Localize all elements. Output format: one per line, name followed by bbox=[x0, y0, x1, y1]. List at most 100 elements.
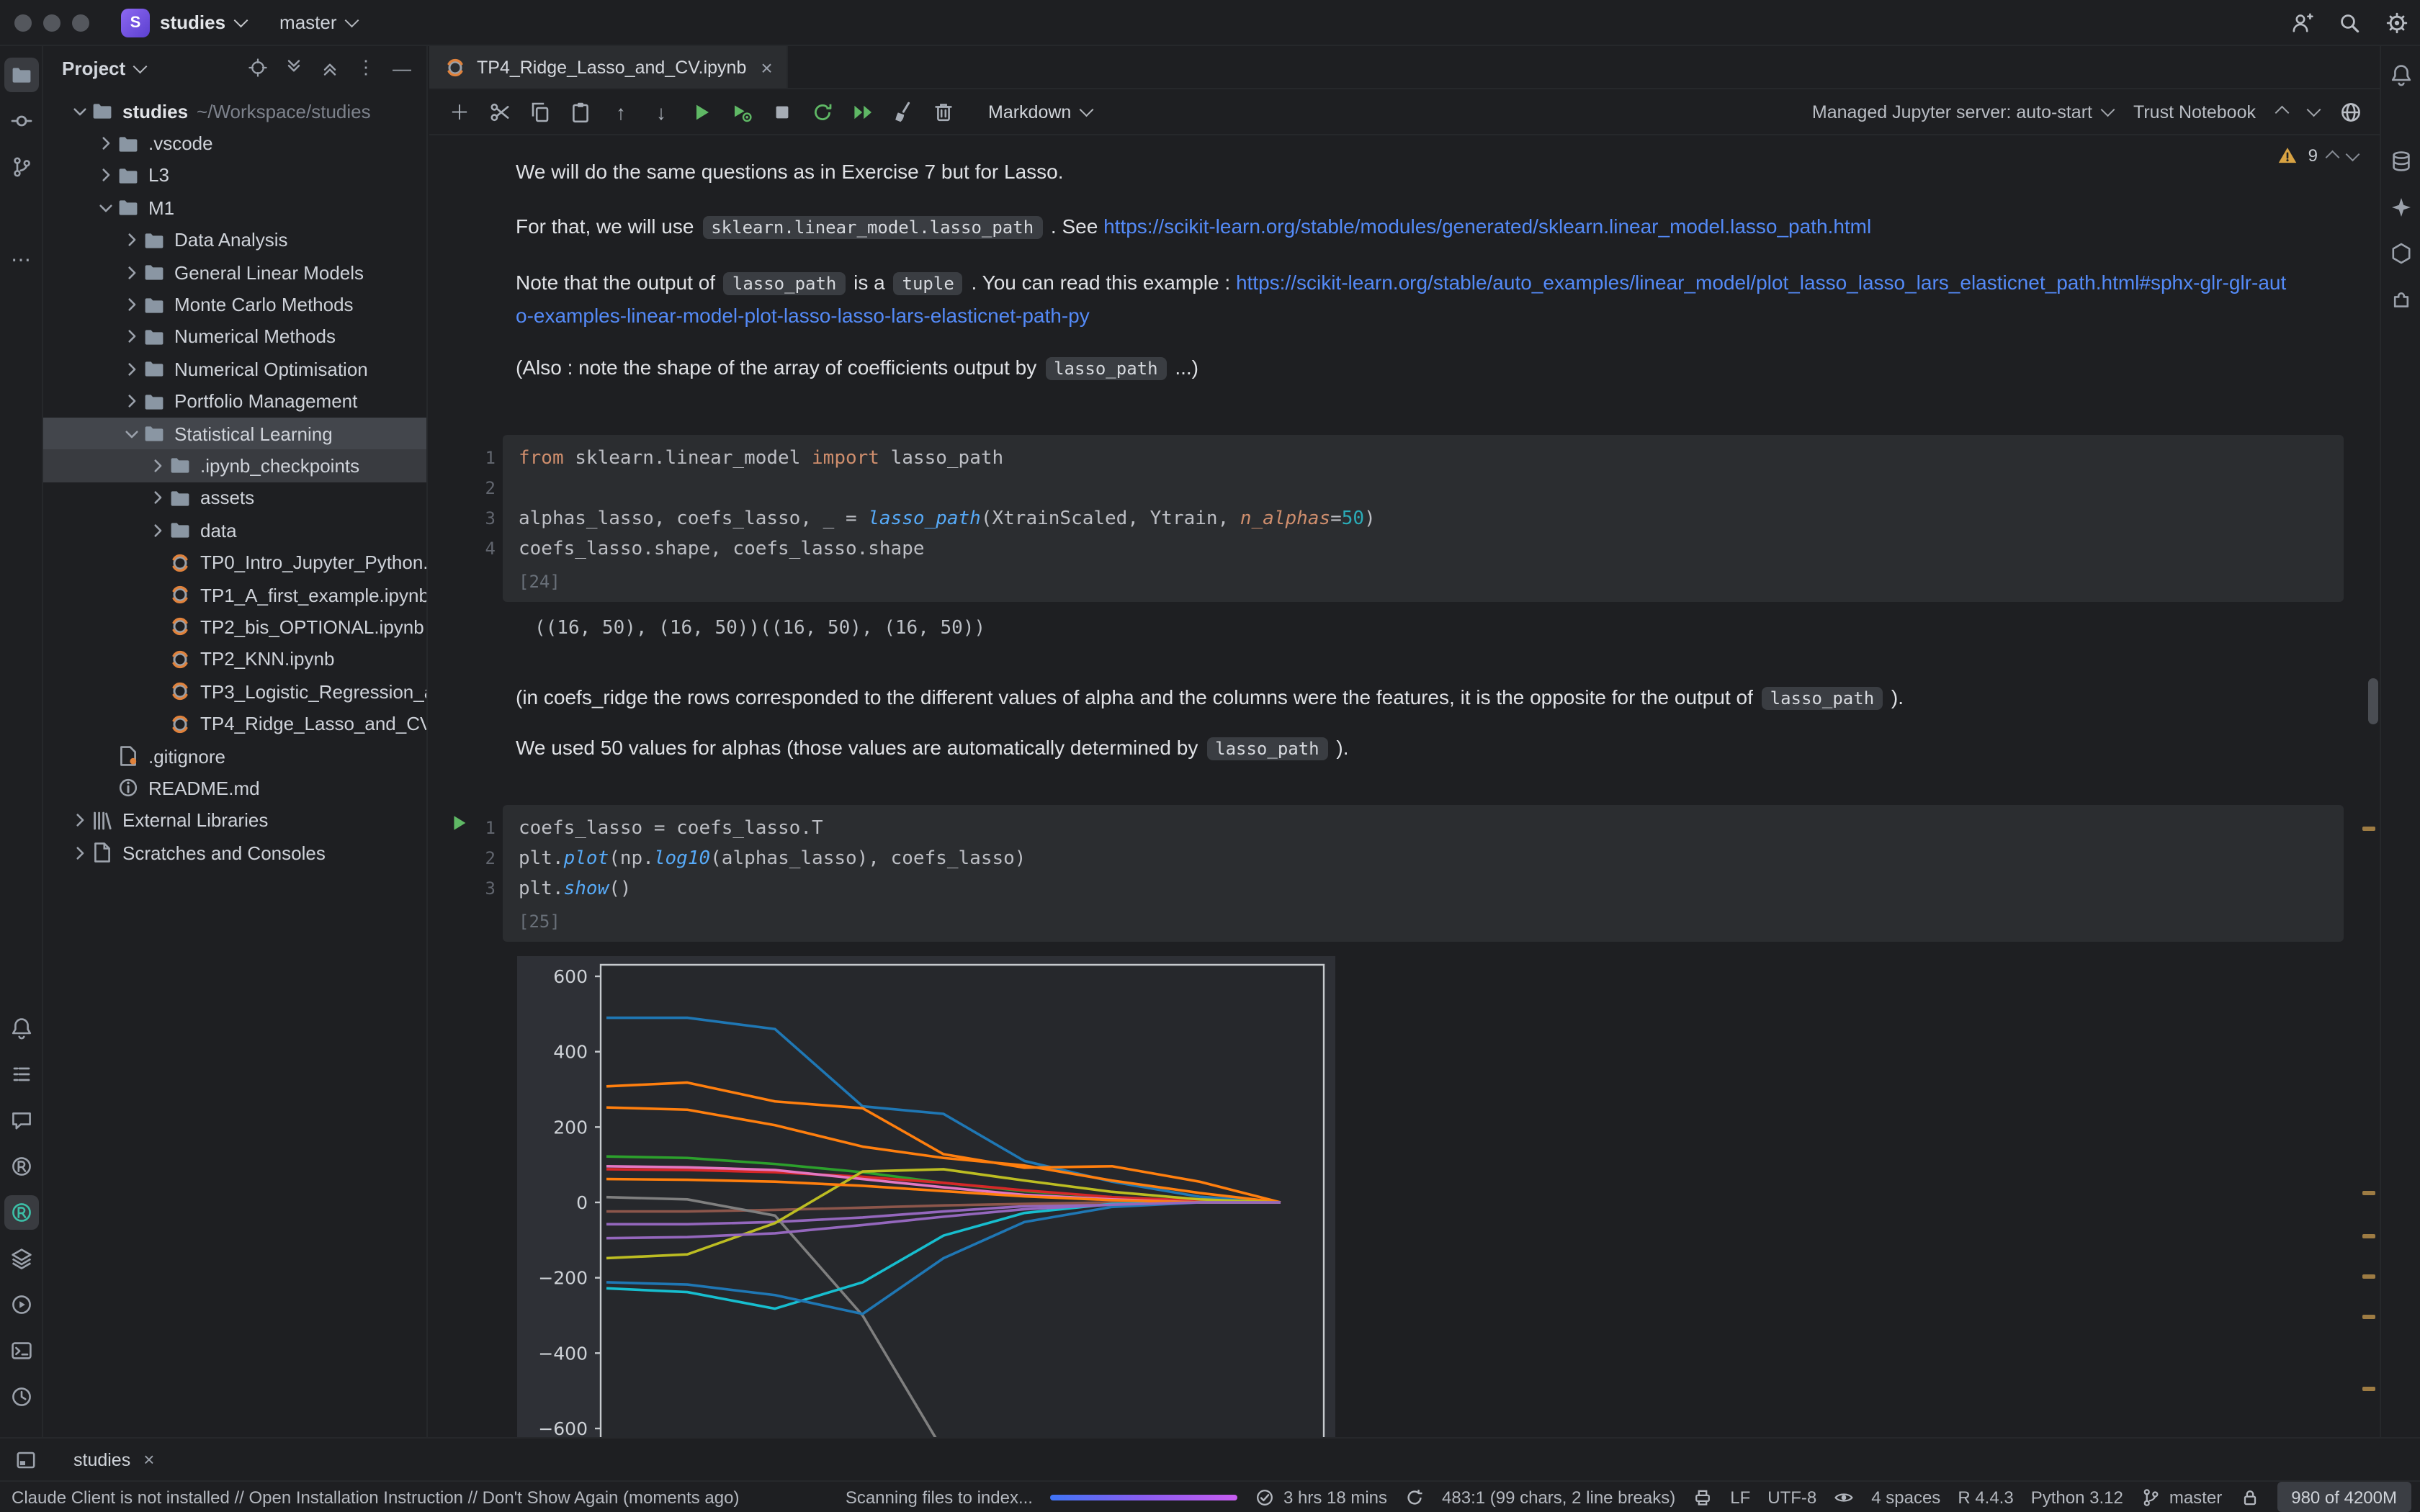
chevron-icon[interactable] bbox=[95, 199, 117, 217]
tree-row[interactable]: General Linear Models bbox=[43, 256, 426, 289]
editor-scrollbar-thumb[interactable] bbox=[2368, 678, 2378, 724]
inspections-widget[interactable]: 9 bbox=[2278, 145, 2357, 166]
analysis-stripe-mark[interactable] bbox=[2362, 1274, 2375, 1279]
lock-icon[interactable] bbox=[2239, 1487, 2259, 1507]
search-everywhere-icon[interactable] bbox=[2338, 11, 2361, 34]
chevron-icon[interactable] bbox=[95, 166, 117, 185]
chevron-icon[interactable] bbox=[69, 811, 91, 830]
tree-row[interactable]: Portfolio Management bbox=[43, 385, 426, 418]
status-message[interactable]: Claude Client is not installed // Open I… bbox=[12, 1487, 739, 1507]
tree-row[interactable]: TP2_KNN.ipynb bbox=[43, 643, 426, 675]
add-cell-button[interactable]: ＋ bbox=[441, 93, 478, 130]
locate-file-icon[interactable] bbox=[242, 52, 274, 84]
session-time-widget[interactable]: 3 hrs 18 mins bbox=[1255, 1487, 1387, 1507]
stack-tool-icon[interactable] bbox=[4, 1241, 38, 1276]
chevron-icon[interactable] bbox=[121, 392, 143, 410]
tree-row[interactable]: Scratches and Consoles bbox=[43, 837, 426, 869]
chevron-icon[interactable] bbox=[147, 489, 169, 508]
notebook-content[interactable]: We will do the same questions as in Exer… bbox=[429, 135, 2380, 1437]
delete-cell-button[interactable] bbox=[925, 93, 962, 130]
hide-panel-icon[interactable]: — bbox=[386, 52, 418, 84]
minimize-window-button[interactable] bbox=[43, 14, 60, 31]
chevron-icon[interactable] bbox=[147, 456, 169, 475]
move-cell-down-button[interactable]: ↓ bbox=[642, 93, 680, 130]
tree-row[interactable]: TP4_Ridge_Lasso_and_CV.ip... bbox=[43, 708, 426, 740]
editor-tab-active[interactable]: TP4_Ridge_Lasso_and_CV.ipynb × bbox=[429, 46, 789, 88]
run-tool-icon[interactable] bbox=[4, 1287, 38, 1322]
code-line[interactable]: 1coefs_lasso = coefs_lasso.T bbox=[519, 814, 2344, 844]
ai-assistant-tool-icon[interactable] bbox=[2383, 190, 2418, 225]
run-all-cells-button[interactable] bbox=[844, 93, 882, 130]
fullscreen-window-button[interactable] bbox=[72, 14, 89, 31]
indent-widget[interactable]: 4 spaces bbox=[1871, 1487, 1940, 1507]
tree-row[interactable]: TP0_Intro_Jupyter_Python.ip... bbox=[43, 546, 426, 579]
vcs-branch-tool-icon[interactable] bbox=[4, 150, 38, 184]
analysis-stripe-mark[interactable] bbox=[2362, 1315, 2375, 1319]
project-widget[interactable]: S studies bbox=[109, 4, 256, 41]
tool-tab-studies[interactable]: studies × bbox=[62, 1444, 166, 1475]
chevron-icon[interactable] bbox=[121, 295, 143, 314]
tree-row[interactable]: README.md bbox=[43, 772, 426, 804]
reader-mode-icon[interactable] bbox=[1834, 1487, 1854, 1507]
close-icon[interactable]: × bbox=[143, 1449, 154, 1470]
code-line[interactable]: 2plt.plot(np.log10(alphas_lasso), coefs_… bbox=[519, 844, 2344, 874]
r-console-tool-icon[interactable] bbox=[4, 1195, 38, 1230]
globe-icon[interactable] bbox=[2339, 100, 2362, 123]
more-tools-icon[interactable]: ⋯ bbox=[4, 242, 38, 276]
previous-problem-icon[interactable] bbox=[2326, 151, 2339, 164]
previous-cell-icon[interactable] bbox=[2275, 107, 2288, 120]
close-tab-icon[interactable]: × bbox=[761, 55, 772, 78]
ai-chat-tool-icon[interactable] bbox=[4, 1103, 38, 1138]
expand-all-icon[interactable] bbox=[278, 52, 310, 84]
close-window-button[interactable] bbox=[14, 14, 32, 31]
project-panel-title[interactable]: Project bbox=[62, 57, 145, 78]
commit-tool-icon[interactable] bbox=[4, 104, 38, 138]
tree-row[interactable]: Statistical Learning bbox=[43, 418, 426, 450]
paste-cell-button[interactable] bbox=[562, 93, 599, 130]
chevron-icon[interactable] bbox=[147, 521, 169, 540]
analysis-stripe-mark[interactable] bbox=[2362, 1234, 2375, 1238]
tree-row[interactable]: Data Analysis bbox=[43, 224, 426, 256]
tree-row[interactable]: M1 bbox=[43, 192, 426, 224]
tree-row[interactable]: .ipynb_checkpoints bbox=[43, 450, 426, 482]
next-cell-icon[interactable] bbox=[2306, 103, 2319, 116]
caret-position-widget[interactable]: 483:1 (99 chars, 2 line breaks) bbox=[1442, 1487, 1675, 1507]
cell-type-selector[interactable]: Markdown bbox=[988, 102, 1090, 122]
chevron-icon[interactable] bbox=[121, 424, 143, 443]
next-problem-icon[interactable] bbox=[2345, 147, 2358, 160]
tree-row[interactable]: L3 bbox=[43, 160, 426, 192]
move-cell-up-button[interactable]: ↑ bbox=[602, 93, 640, 130]
tree-row[interactable]: .vscode bbox=[43, 127, 426, 160]
chevron-icon[interactable] bbox=[121, 328, 143, 346]
tree-row[interactable]: TP2_bis_OPTIONAL.ipynb bbox=[43, 611, 426, 644]
tree-row[interactable]: TP3_Logistic_Regression_an... bbox=[43, 675, 426, 708]
code-cell[interactable]: 1coefs_lasso = coefs_lasso.T2plt.plot(np… bbox=[503, 805, 2344, 942]
r-interpreter-widget[interactable]: R 4.4.3 bbox=[1958, 1487, 2013, 1507]
run-cell-and-below-button[interactable] bbox=[723, 93, 761, 130]
file-encoding-widget[interactable]: UTF-8 bbox=[1767, 1487, 1816, 1507]
tree-row[interactable]: studies~/Workspace/studies bbox=[43, 95, 426, 127]
chevron-icon[interactable] bbox=[95, 134, 117, 153]
dependencies-tool-icon[interactable] bbox=[2383, 282, 2418, 317]
code-line[interactable]: 3plt.show() bbox=[519, 874, 2344, 904]
collapse-all-icon[interactable] bbox=[314, 52, 346, 84]
analysis-stripe-mark[interactable] bbox=[2362, 1387, 2375, 1391]
printer-icon[interactable] bbox=[1693, 1487, 1713, 1507]
code-line[interactable]: 1from sklearn.linear_model import lasso_… bbox=[519, 444, 2344, 474]
chevron-icon[interactable] bbox=[69, 843, 91, 862]
tree-row[interactable]: assets bbox=[43, 482, 426, 514]
python-interpreter-widget[interactable]: Python 3.12 bbox=[2031, 1487, 2123, 1507]
todo-tool-icon[interactable] bbox=[4, 1057, 38, 1092]
analysis-stripe-mark[interactable] bbox=[2362, 827, 2375, 831]
tree-row[interactable]: TP1_A_first_example.ipynb bbox=[43, 579, 426, 611]
clear-outputs-button[interactable] bbox=[884, 93, 922, 130]
tree-row[interactable]: data bbox=[43, 514, 426, 546]
tree-row[interactable]: Monte Carlo Methods bbox=[43, 289, 426, 321]
tree-row[interactable]: Numerical Optimisation bbox=[43, 353, 426, 385]
chevron-icon[interactable] bbox=[121, 231, 143, 250]
tree-row[interactable]: Numerical Methods bbox=[43, 320, 426, 353]
cut-cell-button[interactable] bbox=[481, 93, 519, 130]
code-cell[interactable]: 1from sklearn.linear_model import lasso_… bbox=[503, 435, 2344, 602]
code-line[interactable]: 4coefs_lasso.shape, coefs_lasso.shape bbox=[519, 534, 2344, 564]
panel-options-icon[interactable]: ⋮ bbox=[350, 52, 382, 84]
